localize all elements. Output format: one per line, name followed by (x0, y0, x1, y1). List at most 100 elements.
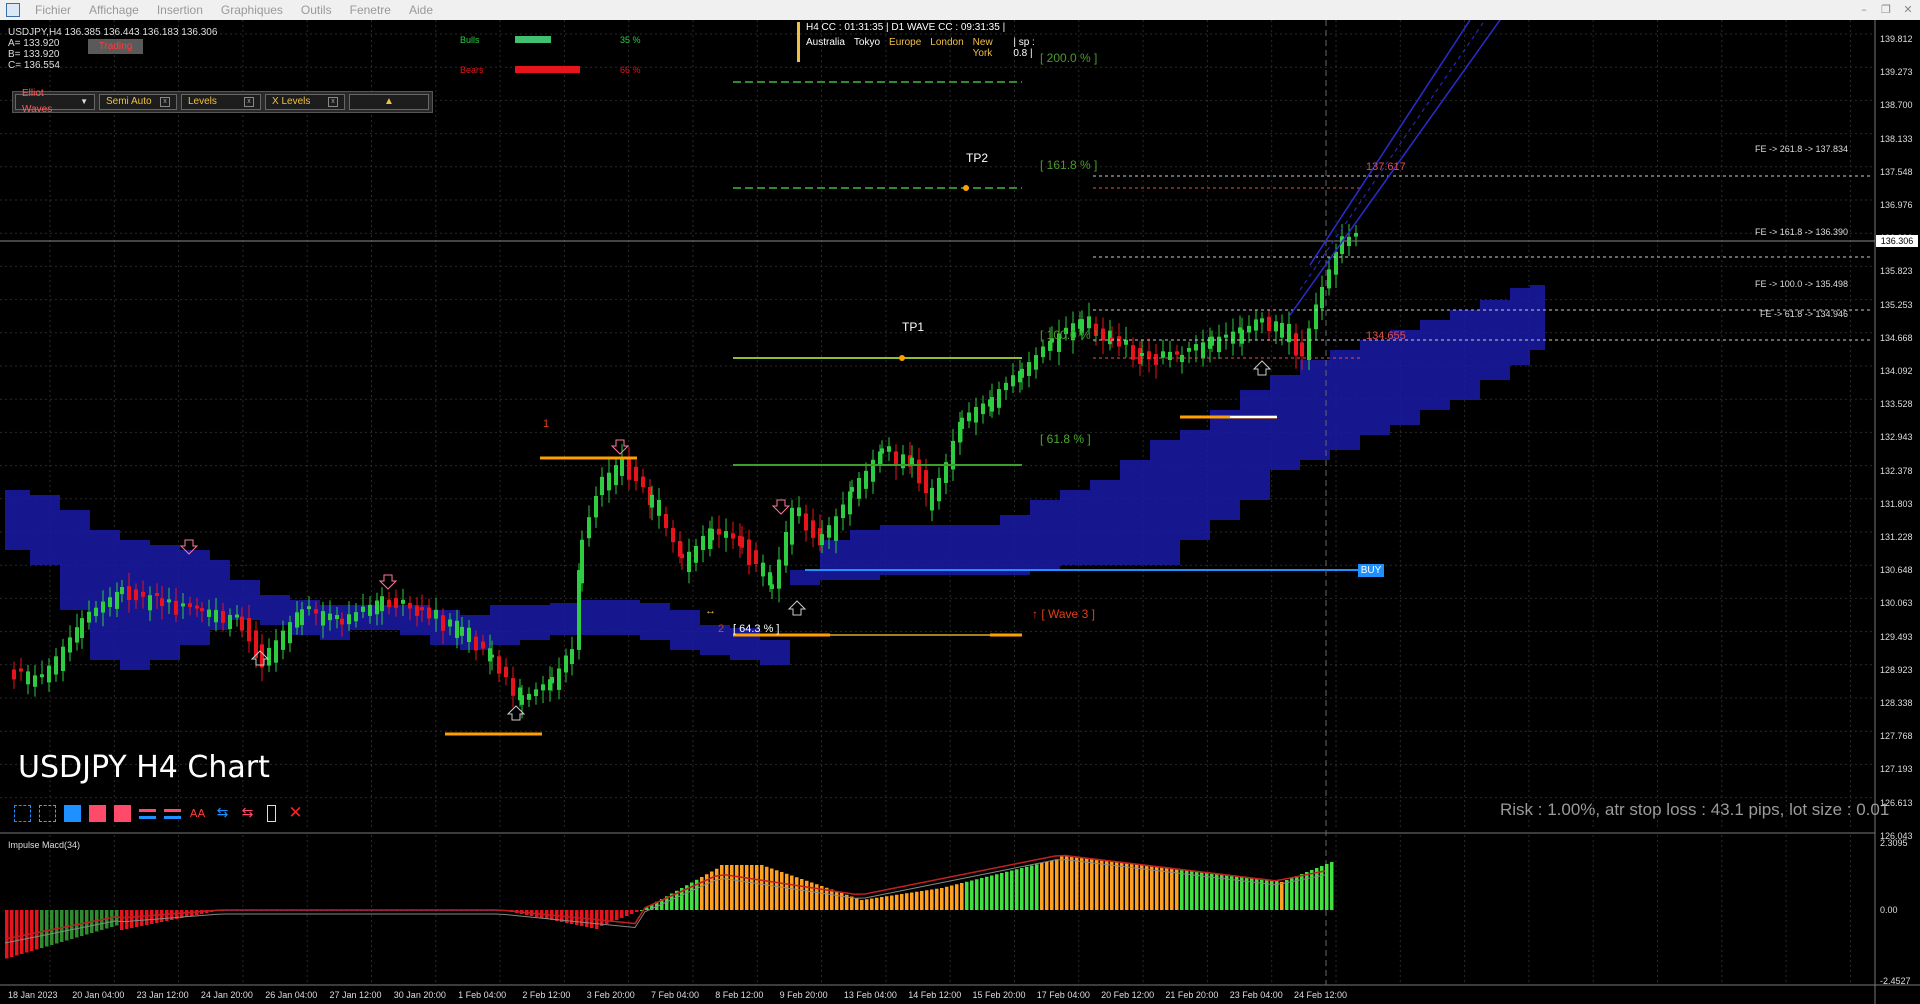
ichimoku-cloud (1120, 460, 1150, 565)
price-axis-label: 131.803 (1880, 498, 1913, 509)
close-icon[interactable]: x (244, 97, 254, 107)
close-icon[interactable]: ✕ (1900, 2, 1916, 18)
candle-body (415, 605, 419, 616)
candle-body (520, 695, 524, 705)
candle-body (627, 459, 631, 480)
candle-body (1154, 354, 1158, 365)
macd-bar (155, 910, 159, 923)
range-arrow-icon: ↔ (705, 605, 716, 617)
macd-axis-bottom: -2.4527 (1880, 976, 1911, 986)
macd-bar (780, 872, 784, 910)
wave-arrow-down (771, 499, 791, 515)
levels-button[interactable]: Levels x (181, 94, 261, 110)
select-rect-icon[interactable] (14, 805, 31, 822)
ichimoku-cloud (1450, 310, 1480, 400)
hlines-icon[interactable] (139, 808, 156, 819)
x-levels-button[interactable]: X Levels x (265, 94, 345, 110)
macd-bar (765, 866, 769, 910)
candle-body (101, 601, 105, 613)
channel-line (1299, 20, 1486, 291)
select-rect-red-icon[interactable] (39, 805, 56, 822)
candle-body (460, 626, 464, 636)
menu-affichage[interactable]: Affichage (89, 3, 139, 17)
price-axis-label: 136.976 (1880, 200, 1913, 210)
candle-body (33, 675, 37, 687)
price-axis-label: 133.528 (1880, 399, 1913, 410)
macd-bar (1185, 869, 1189, 910)
swap-red-icon[interactable]: ⇆ (239, 805, 256, 822)
candle-body (600, 476, 604, 496)
restore-icon[interactable]: ❐ (1878, 2, 1894, 18)
candle-body (1108, 330, 1112, 345)
macd-bar (1125, 862, 1129, 910)
collapse-button[interactable]: ▲ (349, 94, 429, 110)
candle-tool-icon[interactable] (267, 805, 276, 822)
menu-graphiques[interactable]: Graphiques (221, 3, 283, 17)
menu-outils[interactable]: Outils (301, 3, 332, 17)
candle-body (1117, 336, 1121, 347)
menu-fichier[interactable]: Fichier (35, 3, 71, 17)
delete-icon[interactable]: ✕ (287, 805, 304, 822)
close-icon[interactable]: x (328, 97, 338, 107)
x-levels-label: X Levels (272, 96, 311, 107)
chevron-down-icon: ▼ (80, 97, 88, 106)
semi-auto-button[interactable]: Semi Auto x (99, 94, 177, 110)
buy-label[interactable]: BUY (1358, 564, 1384, 577)
menu-aide[interactable]: Aide (409, 3, 433, 17)
macd-bar (875, 897, 879, 910)
candle-countdown: H4 CC : 01:31:35 | D1 WAVE CC : 09:31:35… (806, 22, 1006, 33)
ichimoku-cloud (910, 525, 940, 575)
trading-button[interactable]: Trading (88, 39, 143, 54)
close-icon[interactable]: x (160, 97, 170, 107)
candle-body (580, 539, 584, 584)
macd-bar (790, 875, 794, 910)
candle-body (634, 466, 638, 481)
macd-bar (1005, 871, 1009, 910)
candle-body (768, 572, 772, 586)
macd-bar (905, 893, 909, 910)
candle-body (557, 668, 561, 690)
ichimoku-cloud (1090, 480, 1120, 565)
candle-body (347, 614, 351, 625)
macd-bar (910, 892, 914, 910)
minimize-icon[interactable]: – (1856, 2, 1872, 18)
chart-canvas[interactable] (0, 20, 1920, 1004)
time-axis-label: 23 Feb 04:00 (1229, 990, 1283, 1000)
ichimoku-cloud (1150, 440, 1180, 565)
swap-icon[interactable]: ⇆ (214, 805, 231, 822)
macd-bar (145, 910, 149, 925)
red-rect-icon[interactable] (89, 805, 106, 822)
candle-body (434, 609, 438, 619)
chart-window[interactable]: USDJPY,H4 136.385 136.443 136.183 136.30… (0, 20, 1920, 1004)
candle-body (924, 470, 928, 494)
candle-body (115, 591, 119, 609)
macd-bar (840, 893, 844, 910)
candle-body (441, 615, 445, 631)
elliot-waves-dropdown[interactable]: Elliot Waves ▼ (15, 88, 95, 115)
macd-bar (610, 910, 614, 922)
macd-bar (45, 910, 49, 947)
candle-body (368, 604, 372, 616)
macd-title: Impulse Macd(34) (8, 840, 81, 850)
macd-bar (1095, 859, 1099, 910)
blue-rect-icon[interactable] (64, 805, 81, 822)
triangle-up-icon: ▲ (384, 96, 394, 107)
fe-161-label: FE -> 161.8 -> 136.390 (1755, 227, 1849, 237)
candle-body (981, 403, 985, 415)
candle-body (1161, 351, 1165, 358)
macd-bar (120, 910, 124, 930)
pink-rect-icon[interactable] (114, 805, 131, 822)
menu-insertion[interactable]: Insertion (157, 3, 203, 17)
macd-bar (1020, 868, 1024, 910)
wave3-label: ↑ [ Wave 3 ] (1032, 607, 1095, 621)
menu-fenetre[interactable]: Fenetre (350, 3, 391, 17)
candle-body (108, 597, 112, 608)
hlines-alt-icon[interactable] (164, 808, 181, 819)
macd-bar (1155, 866, 1159, 910)
time-axis-label: 13 Feb 04:00 (843, 990, 897, 1000)
text-tool-icon[interactable]: AA (189, 805, 206, 822)
time-axis-label: 7 Feb 04:00 (651, 990, 700, 1000)
candle-body (94, 607, 98, 617)
time-axis-label: 20 Jan 04:00 (72, 990, 125, 1000)
candle-body (894, 451, 898, 467)
